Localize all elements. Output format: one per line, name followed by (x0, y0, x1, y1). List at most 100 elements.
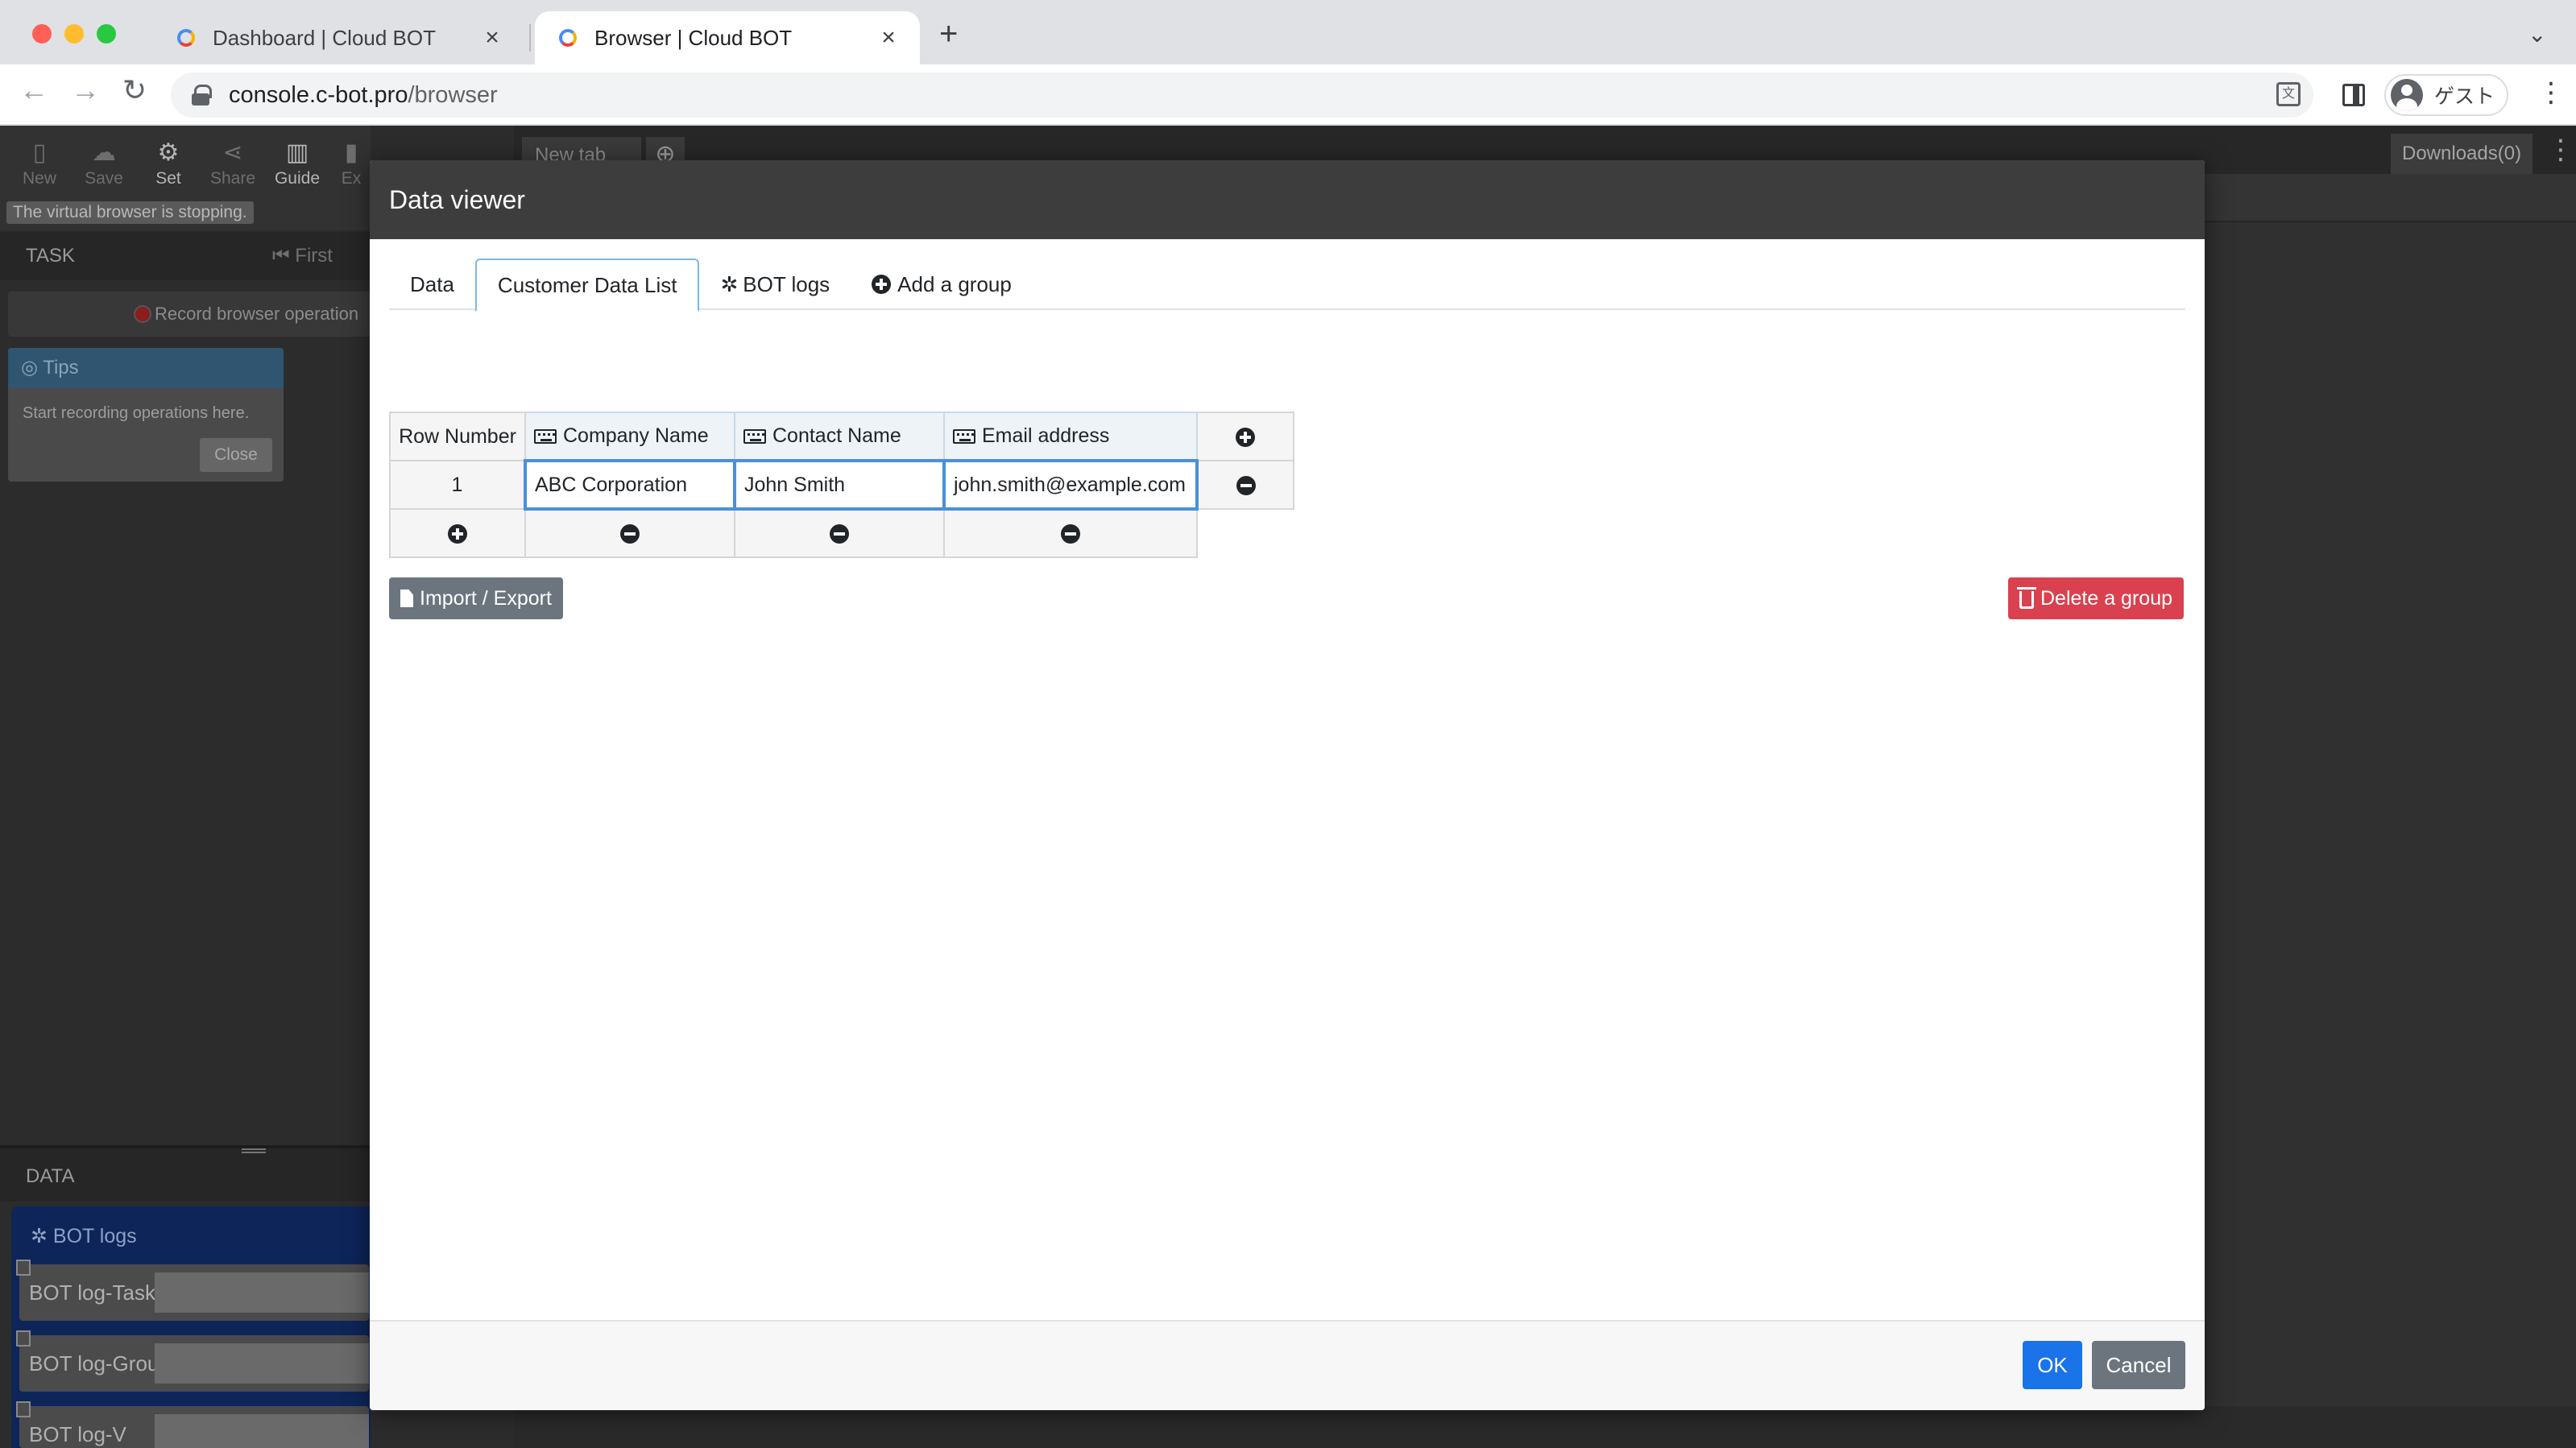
tab-bot-logs[interactable]: ✲ BOT logs (699, 259, 851, 310)
delete-row-button[interactable] (1196, 460, 1294, 510)
keyboard-icon (953, 429, 975, 444)
customer-data-table: Row Number Company Name Contact Name Ema… (389, 412, 1294, 558)
add-row-button[interactable] (389, 508, 526, 558)
tab-data[interactable]: Data (389, 259, 475, 310)
share-icon: ⋖ (222, 139, 243, 166)
data-section-header: DATA (0, 1145, 371, 1202)
save-button[interactable]: ☁ Save (76, 137, 132, 188)
delete-column-email-button[interactable] (943, 508, 1198, 558)
bot-logs-title: ✲ BOT logs (31, 1225, 137, 1247)
avatar-icon (2391, 79, 2423, 111)
modal-body: Data Customer Data List ✲ BOT logs Add a… (370, 239, 2205, 1320)
delete-column-contact-button[interactable] (734, 508, 945, 558)
tab-add-group[interactable]: Add a group (851, 259, 1033, 310)
list-item[interactable]: BOT log-V (16, 1401, 369, 1448)
settings-button[interactable]: ⚙ Set (140, 137, 197, 188)
downloads-button[interactable]: Downloads(0) (2391, 134, 2533, 174)
delete-group-button[interactable]: Delete a group (2008, 577, 2185, 619)
browser-tab-dashboard[interactable]: Dashboard | Cloud BOT × (153, 11, 524, 64)
record-icon (134, 305, 151, 323)
back-arrow-icon[interactable]: ← (19, 76, 48, 105)
forward-arrow-icon[interactable]: → (71, 76, 100, 105)
data-viewer-modal: Data viewer Data Customer Data List ✲ BO… (370, 160, 2205, 1410)
plus-circle-icon (1236, 427, 1255, 447)
lock-icon[interactable] (192, 85, 212, 105)
log-value-field[interactable] (155, 1343, 369, 1384)
import-export-button[interactable]: Import / Export (389, 577, 563, 619)
contact-name-cell[interactable]: John Smith (733, 459, 946, 511)
empty-cell (1197, 509, 1294, 557)
log-value-field[interactable] (155, 1414, 369, 1448)
column-header-contact-name[interactable]: Contact Name (734, 412, 945, 461)
address-bar[interactable]: console.c-bot.pro/browser (171, 72, 2313, 118)
close-icon[interactable]: × (876, 24, 901, 52)
status-badge: The virtual browser is stopping. (6, 201, 254, 224)
url-path: /browser (408, 81, 498, 108)
plus-circle-icon (872, 275, 892, 294)
ok-button[interactable]: OK (2023, 1341, 2082, 1389)
modal-tabs: Data Customer Data List ✲ BOT logs Add a… (389, 259, 2185, 312)
kebab-menu-icon[interactable]: ⋮ (2537, 79, 2565, 106)
list-item[interactable]: BOT log-Task (16, 1260, 369, 1321)
window-minimize-button[interactable] (64, 24, 84, 43)
cloudbot-favicon-icon (177, 29, 195, 47)
browser-toolbar: ← → ↻ console.c-bot.pro/browser 文 ゲスト ⋮ (0, 64, 2576, 126)
tips-close-button[interactable]: Close (200, 438, 272, 472)
cloud-upload-icon: ☁ (92, 139, 116, 166)
bug-icon: ✲ (720, 272, 739, 296)
minus-circle-icon (830, 524, 849, 544)
task-section-header: TASK ⏮ First (0, 232, 371, 280)
side-panel-icon[interactable] (2342, 84, 2365, 106)
profile-name: ゲスト (2434, 85, 2495, 108)
panel-resize-handle[interactable] (242, 1148, 266, 1153)
profile-button[interactable]: ゲスト (2384, 74, 2508, 116)
exit-button[interactable]: ▮ Ex (332, 137, 371, 188)
file-icon (400, 590, 413, 607)
modal-footer: OK Cancel (370, 1320, 2205, 1410)
book-icon: ▥ (285, 139, 309, 166)
minus-circle-icon (1236, 475, 1256, 495)
log-value-field[interactable] (155, 1272, 369, 1313)
url-host: console.c-bot.pro (229, 81, 408, 108)
trash-icon (2017, 587, 2036, 609)
row-number-cell: 1 (389, 460, 526, 510)
modal-title: Data viewer (370, 160, 2205, 239)
table-header-row: Row Number Company Name Contact Name Ema… (389, 412, 1294, 461)
browser-tab-strip: Dashboard | Cloud BOT × Browser | Cloud … (0, 0, 2576, 64)
column-header-email-address[interactable]: Email address (943, 412, 1198, 461)
keyboard-icon (534, 429, 557, 444)
virtual-browser-footer (514, 1406, 2576, 1448)
tab-customer-data-list[interactable]: Customer Data List (474, 259, 700, 312)
bug-icon: ✲ (31, 1225, 48, 1247)
delete-column-company-button[interactable] (524, 508, 735, 558)
share-button[interactable]: ⋖ Share (205, 137, 261, 188)
window-maximize-button[interactable] (97, 24, 116, 43)
browser-tab-browser[interactable]: Browser | Cloud BOT × (535, 11, 920, 64)
new-tab-plus-icon[interactable]: + (939, 18, 958, 50)
column-header-company-name[interactable]: Company Name (524, 412, 735, 461)
tab-separator (529, 24, 531, 52)
exit-icon: ▮ (344, 139, 358, 166)
cancel-button[interactable]: Cancel (2092, 1341, 2185, 1389)
guide-button[interactable]: ▥ Guide (269, 137, 325, 188)
translate-icon[interactable]: 文 (2276, 82, 2301, 106)
new-button[interactable]: ▯ New (11, 137, 68, 188)
record-browser-operations-button[interactable]: Record browser operation (8, 292, 371, 337)
company-name-cell[interactable]: ABC Corporation (524, 459, 736, 511)
add-column-button[interactable] (1196, 412, 1294, 461)
chevron-down-icon[interactable]: ⌄ (2528, 21, 2546, 48)
new-file-icon: ▯ (32, 139, 47, 166)
first-step-button[interactable]: ⏮ First (272, 232, 333, 280)
window-close-button[interactable] (32, 24, 52, 43)
table-controls-row (389, 508, 1294, 558)
reload-icon[interactable]: ↻ (122, 76, 147, 105)
close-icon[interactable]: × (480, 24, 504, 52)
kebab-menu-icon[interactable]: ⋮ (2547, 134, 2574, 166)
email-address-cell[interactable]: john.smith@example.com (942, 459, 1199, 511)
minus-circle-icon (620, 524, 640, 544)
keyboard-icon (743, 429, 766, 444)
list-item[interactable]: BOT log-Grou (16, 1330, 369, 1392)
tips-popover: ◎ Tips Start recording operations here. … (8, 348, 284, 482)
cloudbot-favicon-icon (559, 29, 577, 47)
tips-header: ◎ Tips (8, 348, 284, 388)
